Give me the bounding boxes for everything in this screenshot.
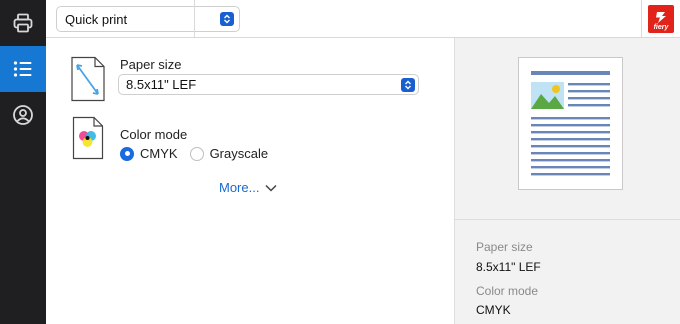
fiery-logo: fiery	[648, 5, 674, 33]
radio-grayscale[interactable]	[189, 146, 204, 161]
divider	[455, 219, 680, 220]
paper-size-icon	[71, 56, 105, 102]
paper-size-select[interactable]: 8.5x11" LEF	[118, 74, 419, 95]
chevron-updown-icon	[220, 12, 234, 26]
preset-select[interactable]: Quick print	[56, 6, 240, 32]
top-bar: Quick print fiery	[46, 0, 680, 38]
logo-text: fiery	[653, 24, 669, 31]
color-mode-options: CMYK Grayscale	[120, 146, 280, 161]
settings-panel: Paper size 8.5x11" LEF Color mode CMYK G…	[46, 38, 454, 324]
sidebar-item-user[interactable]	[0, 92, 46, 138]
divider	[194, 0, 195, 38]
more-label: More...	[219, 180, 260, 195]
paper-size-label: Paper size	[120, 57, 182, 72]
more-button[interactable]: More...	[219, 180, 277, 195]
chevron-updown-icon	[401, 77, 415, 92]
color-mode-icon	[72, 116, 104, 160]
color-mode-label: Color mode	[120, 127, 188, 142]
page-preview	[518, 57, 623, 190]
summary-color-mode-label: Color mode	[476, 284, 539, 298]
printer-icon	[13, 13, 33, 33]
summary-paper-size-label: Paper size	[476, 240, 533, 254]
preset-value: Quick print	[65, 11, 128, 27]
summary-paper-size-value: 8.5x11" LEF	[476, 260, 541, 274]
lightning-icon	[656, 12, 666, 23]
radio-grayscale-label[interactable]: Grayscale	[210, 146, 269, 161]
paper-size-value: 8.5x11" LEF	[126, 77, 197, 92]
sidebar-item-list[interactable]	[0, 46, 46, 92]
user-icon	[13, 105, 33, 125]
sidebar-item-printer[interactable]	[0, 0, 46, 46]
list-icon	[13, 61, 32, 77]
sidebar	[0, 0, 46, 324]
summary-panel: Paper size 8.5x11" LEF Color mode CMYK	[454, 38, 680, 324]
document-thumbnail-icon	[531, 71, 610, 176]
chevron-down-icon	[265, 184, 277, 192]
radio-cmyk-label[interactable]: CMYK	[140, 146, 178, 161]
radio-cmyk[interactable]	[120, 146, 134, 161]
divider	[641, 0, 642, 38]
summary-color-mode-value: CMYK	[476, 303, 511, 317]
